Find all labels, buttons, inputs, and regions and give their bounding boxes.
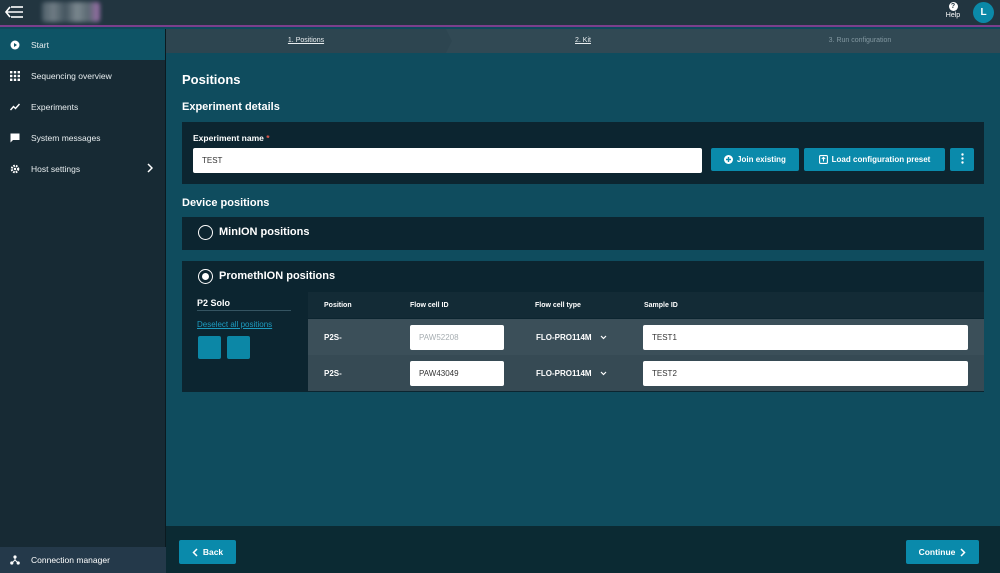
promethion-positions-panel: PromethION positions P2 Solo Deselect al…	[182, 261, 984, 392]
menu-collapse-icon[interactable]	[4, 3, 24, 21]
sidebar-item-start[interactable]: Start	[0, 29, 165, 60]
sample-id-input[interactable]: TEST2	[643, 361, 968, 386]
header-position: Position	[324, 302, 352, 309]
upload-icon	[818, 155, 828, 164]
header-sample-id: Sample ID	[644, 302, 678, 309]
gear-icon	[10, 164, 20, 174]
header-flow-cell-type: Flow cell type	[535, 302, 581, 309]
stepper: 1. Positions 2. Kit 3. Run configuration	[166, 29, 1000, 53]
play-circle-icon	[10, 40, 20, 50]
page-title: Positions	[182, 72, 241, 87]
sidebar: Start Sequencing overview Experiments Sy…	[0, 29, 166, 573]
trend-icon	[10, 102, 20, 112]
position-cell: P2S-	[324, 333, 342, 342]
table-row: P2S- PAW43049 FLO-PRO114M TEST2	[308, 355, 984, 391]
chevron-right-icon	[147, 163, 154, 175]
back-button[interactable]: Back	[179, 540, 236, 564]
sidebar-item-label: Experiments	[31, 101, 79, 112]
sidebar-item-label: Start	[31, 39, 49, 50]
main-content: Positions Experiment details Experiment …	[166, 53, 1000, 526]
user-avatar[interactable]: L	[973, 2, 994, 23]
sidebar-item-host-settings[interactable]: Host settings	[0, 153, 165, 184]
step-positions[interactable]: 1. Positions	[166, 29, 446, 53]
chevron-left-icon	[192, 547, 198, 557]
p2-solo-title: P2 Solo	[197, 298, 231, 308]
header-flow-cell-id: Flow cell ID	[410, 302, 449, 309]
experiment-details-panel: Experiment name * TEST Join existing Loa…	[182, 122, 984, 184]
flow-cell-type-value: FLO-PRO114M	[536, 333, 592, 342]
section-experiment-details: Experiment details	[182, 101, 280, 113]
sidebar-item-system-messages[interactable]: System messages	[0, 122, 165, 153]
brand-logo	[42, 2, 100, 22]
load-preset-label: Load configuration preset	[831, 155, 931, 164]
section-device-positions: Device positions	[182, 197, 270, 209]
required-mark: *	[266, 133, 270, 143]
sample-id-input[interactable]: TEST1	[643, 325, 968, 350]
position-toggle-1[interactable]	[198, 336, 221, 359]
flow-cell-type-value: FLO-PRO114M	[536, 369, 592, 378]
step-run-configuration: 3. Run configuration	[828, 37, 892, 44]
more-options-button[interactable]	[950, 148, 974, 171]
chevron-down-icon	[600, 333, 607, 342]
promethion-radio[interactable]	[198, 269, 213, 284]
help-icon: ?	[948, 2, 958, 11]
footer: Back Continue	[166, 526, 1000, 573]
join-existing-button[interactable]: Join existing	[711, 148, 799, 171]
plus-circle-icon	[724, 155, 734, 164]
flow-cell-type-select[interactable]: FLO-PRO114M	[536, 333, 607, 342]
minion-radio[interactable]	[198, 225, 213, 240]
minion-positions-label[interactable]: MinION positions	[219, 226, 309, 238]
table-header: Position Flow cell ID Flow cell type Sam…	[308, 292, 984, 318]
promethion-positions-label[interactable]: PromethION positions	[219, 270, 335, 282]
load-configuration-preset-button[interactable]: Load configuration preset	[804, 148, 945, 171]
chevron-right-icon	[960, 547, 966, 557]
position-cell: P2S-	[324, 369, 342, 378]
sidebar-item-label: System messages	[31, 132, 101, 143]
table-row: P2S- PAW52208 FLO-PRO114M TEST1	[308, 319, 984, 355]
sidebar-item-sequencing-overview[interactable]: Sequencing overview	[0, 60, 165, 91]
sidebar-item-label: Sequencing overview	[31, 70, 112, 81]
sidebar-item-label: Connection manager	[31, 555, 110, 565]
experiment-name-label: Experiment name *	[193, 133, 270, 143]
position-toggle-2[interactable]	[227, 336, 250, 359]
help-label: Help	[945, 12, 961, 19]
grid-icon	[10, 70, 20, 81]
minion-positions-panel[interactable]: MinION positions	[182, 217, 984, 250]
chevron-down-icon	[600, 369, 607, 378]
continue-label: Continue	[918, 547, 956, 557]
positions-table: Position Flow cell ID Flow cell type Sam…	[308, 292, 984, 392]
experiment-name-input[interactable]: TEST	[193, 148, 702, 173]
network-icon	[10, 555, 20, 565]
sidebar-item-connection-manager[interactable]: Connection manager	[0, 547, 166, 573]
step-kit[interactable]: 2. Kit	[446, 29, 720, 53]
continue-button[interactable]: Continue	[906, 540, 979, 564]
back-label: Back	[202, 547, 224, 557]
sidebar-item-experiments[interactable]: Experiments	[0, 91, 165, 122]
message-icon	[10, 133, 20, 143]
join-existing-label: Join existing	[737, 155, 786, 164]
flow-cell-id-input[interactable]: PAW52208	[410, 325, 504, 350]
top-bar: ? Help L	[0, 0, 1000, 27]
sidebar-item-label: Host settings	[31, 163, 81, 174]
flow-cell-id-input[interactable]: PAW43049	[410, 361, 504, 386]
deselect-all-link[interactable]: Deselect all positions	[197, 320, 272, 329]
flow-cell-type-select[interactable]: FLO-PRO114M	[536, 369, 607, 378]
more-vertical-icon	[960, 153, 964, 166]
help-button[interactable]: ? Help	[943, 2, 963, 19]
experiment-name-label-text: Experiment name	[193, 133, 264, 143]
divider	[197, 310, 291, 311]
